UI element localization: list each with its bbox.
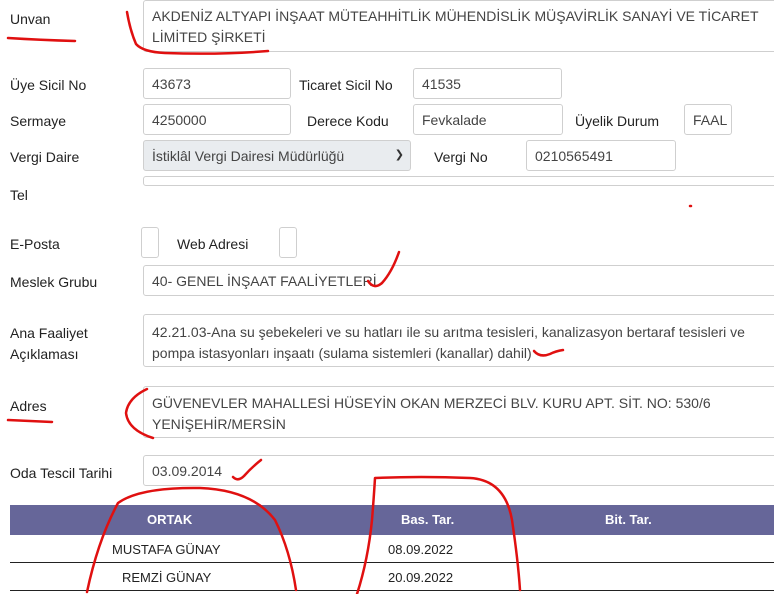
tel-field[interactable] (143, 176, 774, 186)
underline-unvan (6, 36, 77, 43)
table-cell-bas-tar: 08.09.2022 (388, 542, 454, 557)
vergi-daire-select[interactable]: İstiklâl Vergi Dairesi Müdürlüğü ❯ (143, 140, 411, 171)
vergi-no-field[interactable]: 0210565491 (526, 140, 676, 171)
col-bit-tar-header: Bit. Tar. (605, 512, 652, 527)
vergi-no-label: Vergi No (434, 149, 488, 165)
chevron-down-icon: ❯ (394, 149, 404, 161)
meslek-grubu-field[interactable]: 40- GENEL İNŞAAT FAALİYETLERİ (143, 265, 774, 296)
ana-faaliyet-label-line2: Açıklaması (10, 346, 79, 362)
table-row: REMZİ GÜNAY 20.09.2022 (10, 563, 774, 591)
adres-label: Adres (10, 398, 47, 414)
derece-kodu-label: Derece Kodu (307, 113, 389, 129)
sermaye-label: Sermaye (10, 113, 67, 129)
uye-sicil-no-field[interactable]: 43673 (143, 68, 291, 99)
derece-kodu-field[interactable]: Fevkalade (413, 104, 563, 135)
underline-adres (6, 418, 54, 424)
meslek-grubu-label: Meslek Grubu (10, 274, 98, 290)
uyelik-durum-label: Üyelik Durum (575, 113, 660, 129)
sermaye-field[interactable]: 4250000 (143, 104, 291, 135)
col-bas-tar-header: Bas. Tar. (401, 512, 455, 527)
table-cell-ortak: REMZİ GÜNAY (122, 570, 212, 585)
table-row: MUSTAFA GÜNAY 08.09.2022 (10, 535, 774, 563)
unvan-label: Unvan (10, 11, 51, 27)
oda-tescil-tarihi-field[interactable]: 03.09.2014 (143, 455, 774, 486)
oda-tescil-tarihi-label: Oda Tescil Tarihi (10, 465, 113, 481)
web-adresi-label: Web Adresi (177, 236, 249, 252)
adres-field[interactable]: GÜVENEVLER MAHALLESİ HÜSEYİN OKAN MERZEC… (143, 386, 774, 438)
unvan-field[interactable]: AKDENİZ ALTYAPI İNŞAAT MÜTEAHHİTLİK MÜHE… (143, 0, 774, 52)
ana-faaliyet-label: Ana Faaliyet Açıklaması (10, 323, 88, 365)
ticaret-sicil-no-label: Ticaret Sicil No (299, 77, 393, 93)
table-cell-ortak: MUSTAFA GÜNAY (112, 542, 221, 557)
ortak-table-header: ORTAK Bas. Tar. Bit. Tar. (10, 505, 774, 535)
vergi-daire-selected: İstiklâl Vergi Dairesi Müdürlüğü (152, 147, 345, 164)
table-cell-bas-tar: 20.09.2022 (388, 570, 454, 585)
uyelik-durum-field[interactable]: FAAL (684, 104, 732, 135)
uye-sicil-no-label: Üye Sicil No (10, 77, 87, 93)
ticaret-sicil-no-field[interactable]: 41535 (413, 68, 562, 99)
col-ortak-header: ORTAK (147, 512, 193, 527)
tel-label: Tel (10, 187, 28, 203)
vergi-daire-label: Vergi Daire (10, 149, 80, 165)
e-posta-field[interactable] (141, 227, 159, 258)
e-posta-label: E-Posta (10, 236, 60, 252)
ana-faaliyet-label-line1: Ana Faaliyet (10, 325, 88, 341)
ana-faaliyet-field[interactable]: 42.21.03-Ana su şebekeleri ve su hatları… (143, 314, 774, 367)
web-adresi-field[interactable] (279, 227, 297, 258)
